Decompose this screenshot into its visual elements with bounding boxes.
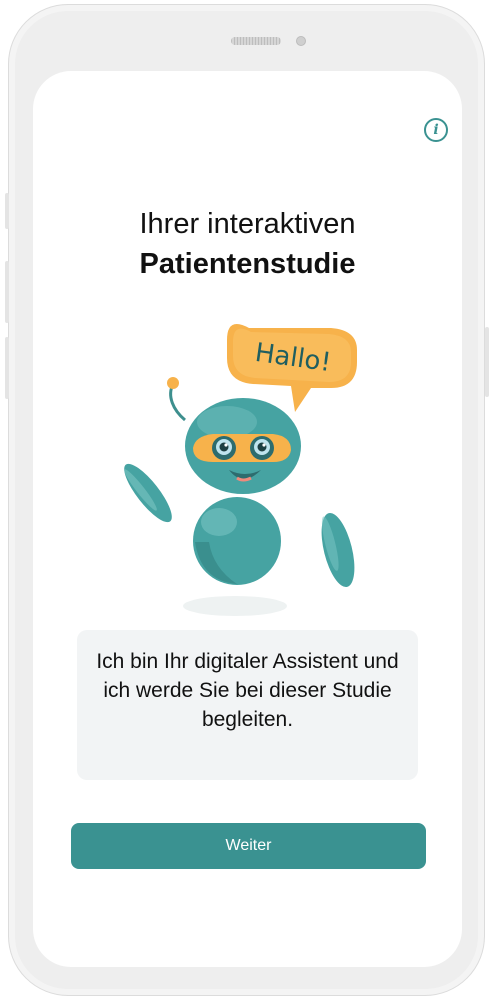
robot-body xyxy=(193,497,281,585)
phone-side-button-left-mid xyxy=(5,261,9,323)
robot-right-arm xyxy=(321,512,355,588)
app-screen: i Ihrer interaktiven Patientenstudie Hal… xyxy=(33,71,462,967)
title-line-2: Patientenstudie xyxy=(139,248,356,280)
phone-side-button-right xyxy=(485,327,489,397)
phone-speaker xyxy=(231,37,281,45)
assistant-message: Ich bin Ihr digitaler Assistent und ich … xyxy=(77,630,418,780)
assistant-message-text: Ich bin Ihr digitaler Assistent und ich … xyxy=(96,650,399,731)
page-title: Ihrer interaktiven Patientenstudie xyxy=(33,204,462,284)
robot-mascot-illustration: Hallo! xyxy=(124,324,357,616)
robot-antenna xyxy=(169,383,186,422)
phone-side-button-left-low xyxy=(5,337,9,399)
robot-left-arm xyxy=(124,463,172,523)
next-button[interactable]: Weiter xyxy=(71,823,426,869)
info-icon[interactable]: i xyxy=(424,118,448,142)
phone-side-button-left-top xyxy=(5,193,9,229)
phone-camera xyxy=(296,36,306,46)
robot-shadow xyxy=(183,596,287,616)
next-button-label: Weiter xyxy=(225,837,272,854)
title-line-1: Ihrer interaktiven xyxy=(139,208,356,240)
robot-head xyxy=(185,398,301,494)
